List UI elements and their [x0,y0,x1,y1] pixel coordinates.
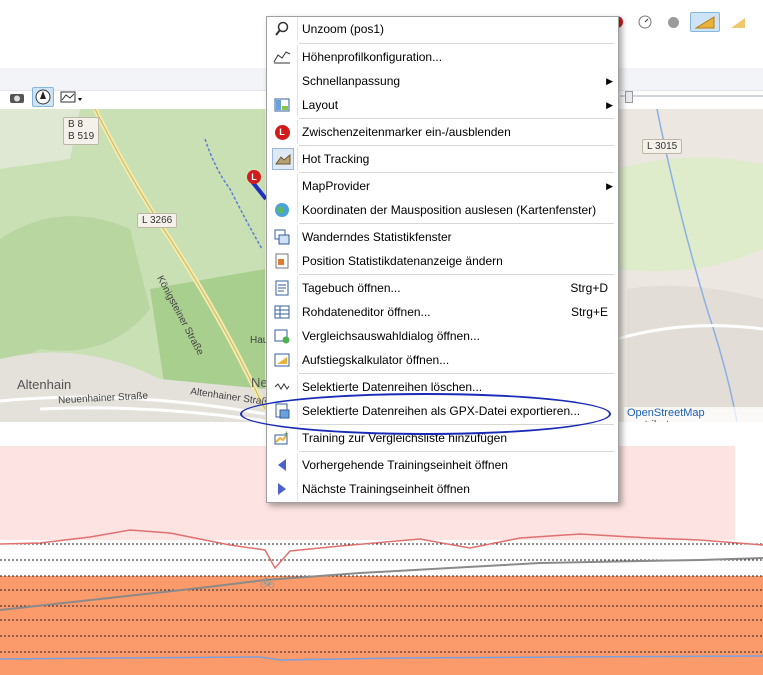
menu-item-quick-adjust[interactable]: Schnellanpassung ▶ [267,69,618,93]
menu-item-climb-calculator[interactable]: Aufstiegskalkulator öffnen... [267,348,618,372]
wave-icon [272,377,292,397]
compass-icon[interactable] [32,87,54,107]
next-icon [272,479,292,499]
menu-item-map-provider[interactable]: MapProvider ▶ [267,174,618,198]
map-style-icon[interactable] [58,87,86,107]
top-right-toolbar [606,12,748,32]
profile-icon[interactable] [726,12,748,32]
profile-config-icon [272,47,292,67]
layout-icon [272,95,292,115]
menu-item-open-diary[interactable]: Tagebuch öffnen... Strg+D [267,276,618,300]
export-icon [272,401,292,421]
menu-item-next-training[interactable]: Nächste Trainingseinheit öffnen [267,477,618,501]
calculator-icon [272,350,292,370]
menu-item-split-marker[interactable]: L Zwischenzeitenmarker ein-/ausblenden [267,120,618,144]
split-marker[interactable]: L [247,170,261,184]
camera-icon[interactable] [6,87,28,107]
globe-icon [272,200,292,220]
stats-window-icon [272,227,292,247]
menu-item-export-gpx[interactable]: Selektierte Datenreihen als GPX-Datei ex… [267,399,618,423]
add-compare-icon: + [272,428,292,448]
menu-item-delete-series[interactable]: Selektierte Datenreihen löschen... [267,375,618,399]
prev-icon [272,455,292,475]
place-label: Altenhain [17,377,72,392]
magnifier-icon [272,19,292,39]
diary-icon [272,278,292,298]
menu-item-hot-tracking[interactable]: Hot Tracking [267,147,618,171]
zoom-slider[interactable] [620,91,763,103]
menu-item-read-coordinates[interactable]: Koordinaten der Mausposition auslesen (K… [267,198,618,222]
menu-item-previous-training[interactable]: Vorhergehende Trainingseinheit öffnen [267,453,618,477]
menu-item-stats-position[interactable]: Position Statistikdatenanzeige ändern [267,249,618,273]
menu-item-add-to-compare[interactable]: + Training zur Vergleichsliste hinzufüge… [267,426,618,450]
road-label-l3266: L 3266 [137,213,178,228]
menu-item-compare-dialog[interactable]: Vergleichsauswahldialog öffnen... [267,324,618,348]
submenu-arrow-icon: ▶ [606,180,613,191]
osm-link[interactable]: OpenStreetMap [627,407,705,419]
map-toolbar [6,87,86,107]
road-label-l3015: L 3015 [642,139,683,154]
bike-icon: 🚲 [260,574,275,588]
context-menu: Unzoom (pos1) Höhenprofilkonfiguration..… [266,16,619,503]
menu-item-layout[interactable]: Layout ▶ [267,93,618,117]
gauge-icon[interactable] [634,12,656,32]
menu-item-profile-config[interactable]: Höhenprofilkonfiguration... [267,45,618,69]
menu-item-unzoom[interactable]: Unzoom (pos1) [267,17,618,41]
svg-text:+: + [284,430,289,438]
marker-l-icon: L [272,122,292,142]
menu-item-raw-editor[interactable]: Rohdateneditor öffnen... Strg+E [267,300,618,324]
submenu-arrow-icon: ▶ [606,75,613,86]
compare-icon [272,326,292,346]
map-panel-right[interactable]: L 3015 [617,109,763,422]
position-icon [272,251,292,271]
submenu-arrow-icon: ▶ [606,99,613,110]
profile-icon[interactable] [690,12,720,32]
hot-tracking-icon [272,148,294,170]
dot-icon[interactable] [662,12,684,32]
table-icon [272,302,292,322]
menu-item-floating-stats[interactable]: Wanderndes Statistikfenster [267,225,618,249]
road-label-b8: B 8 B 519 [63,117,100,145]
